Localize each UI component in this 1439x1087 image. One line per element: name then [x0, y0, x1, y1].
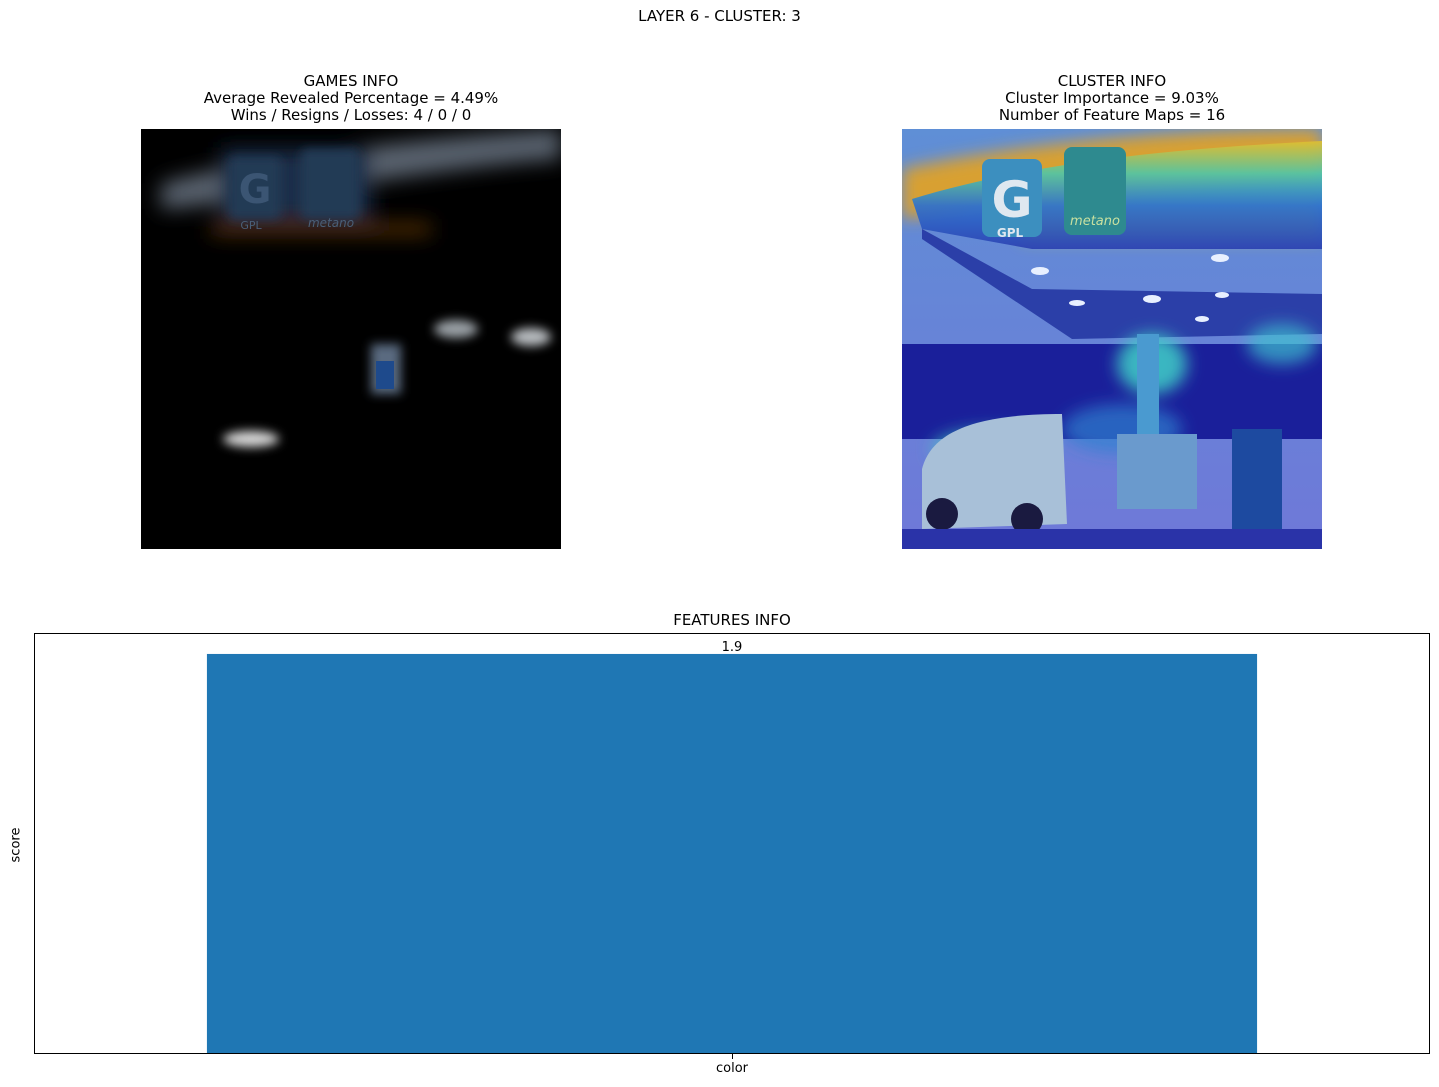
heatmap-ground: [902, 529, 1322, 549]
bar-color: [206, 653, 1258, 1053]
games-masked-image: G GPL metano: [141, 129, 561, 549]
games-image-sign-gpl: GPL: [240, 219, 262, 232]
games-masked-image-svg: G GPL metano: [141, 129, 561, 549]
cluster-info-feature-maps: Number of Feature Maps = 16: [998, 106, 1226, 124]
heatmap-van-wheel-front: [926, 498, 958, 530]
cluster-info-title: CLUSTER INFO: [1057, 72, 1167, 90]
games-info-revealed-percentage: Average Revealed Percentage = 4.49%: [203, 89, 499, 107]
games-info-title: GAMES INFO: [303, 72, 399, 90]
cluster-heatmap-svg: G GPL metano: [902, 129, 1322, 549]
heatmap-sign-g: G: [991, 171, 1032, 229]
features-info-title: FEATURES INFO: [673, 611, 791, 629]
heatmap-car: [1117, 434, 1197, 509]
x-tick-label-color: color: [715, 1061, 749, 1076]
games-info-wins-resigns-losses: Wins / Resigns / Losses: 4 / 0 / 0: [230, 106, 472, 124]
heatmap-sign-metano: metano: [1070, 214, 1120, 229]
bar-value-label-color: 1.9: [722, 640, 743, 655]
bar-chart-svg: 1.9: [206, 640, 1258, 1053]
games-image-sign-g: G: [239, 167, 272, 213]
games-info-title-block: GAMES INFO Average Revealed Percentage =…: [141, 73, 561, 124]
heatmap-price-board: [1232, 429, 1282, 539]
revealed-pump-sign: [376, 361, 394, 389]
cluster-heatmap-image: G GPL metano: [902, 129, 1322, 549]
cluster-info-title-block: CLUSTER INFO Cluster Importance = 9.03% …: [902, 73, 1322, 124]
figure-suptitle: LAYER 6 - CLUSTER: 3: [638, 7, 801, 25]
games-image-sign-metano: metano: [308, 216, 354, 230]
heatmap-sign-gpl: GPL: [997, 226, 1024, 240]
x-tick-mark-color: [732, 1054, 733, 1059]
bar-chart-axes: 1.9: [34, 633, 1430, 1054]
cluster-info-importance: Cluster Importance = 9.03%: [1005, 89, 1219, 107]
y-axis-label: score: [8, 827, 24, 863]
